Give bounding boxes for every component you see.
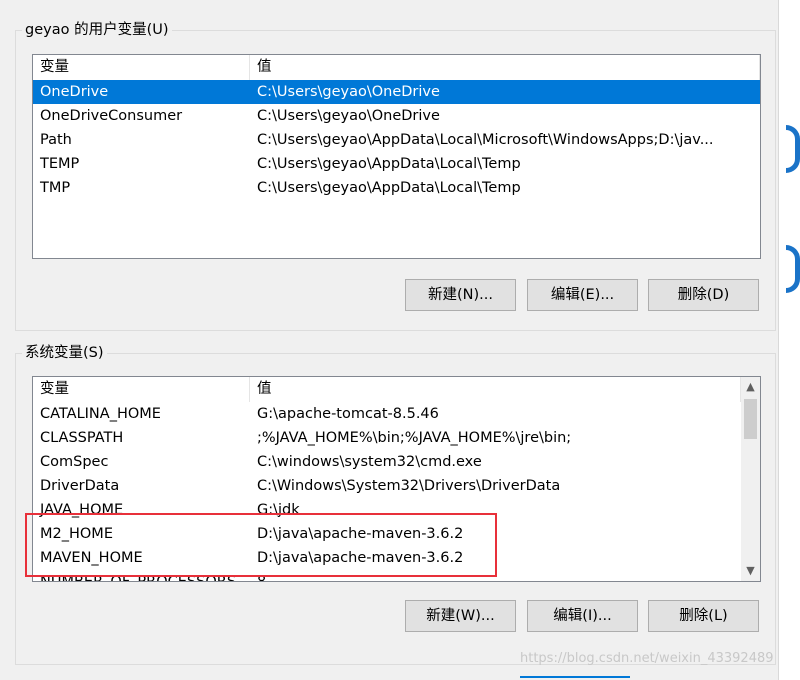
variable-name-cell: Path bbox=[40, 132, 72, 148]
annotation-highlight-box bbox=[25, 513, 497, 577]
variable-name-cell: CATALINA_HOME bbox=[40, 406, 161, 422]
background-glyph-icon bbox=[786, 125, 800, 173]
list-header: 变量 值 bbox=[33, 55, 760, 80]
background-window bbox=[778, 0, 800, 680]
variable-name-cell: OneDriveConsumer bbox=[40, 108, 183, 124]
system-delete-button[interactable]: 删除(L) bbox=[648, 600, 759, 632]
table-row[interactable]: Path C:\Users\geyao\AppData\Local\Microso… bbox=[33, 128, 760, 152]
variable-value-cell: G:\apache-tomcat-8.5.46 bbox=[257, 406, 439, 422]
table-row[interactable]: TEMP C:\Users\geyao\AppData\Local\Temp bbox=[33, 152, 760, 176]
background-glyph-icon bbox=[786, 245, 800, 293]
column-header-name[interactable]: 变量 bbox=[33, 55, 250, 80]
variable-value-cell: C:\Windows\System32\Drivers\DriverData bbox=[257, 478, 561, 494]
table-row[interactable]: CATALINA_HOME G:\apache-tomcat-8.5.46 bbox=[33, 402, 741, 426]
variable-value-cell: C:\windows\system32\cmd.exe bbox=[257, 454, 482, 470]
variable-value-cell: C:\Users\geyao\AppData\Local\Microsoft\W… bbox=[257, 132, 714, 148]
column-header-name[interactable]: 变量 bbox=[33, 377, 250, 402]
variable-name-cell: ComSpec bbox=[40, 454, 109, 470]
user-variables-list[interactable]: 变量 值 OneDrive C:\Users\geyao\OneDrive OneD… bbox=[32, 54, 761, 259]
table-row[interactable]: DriverData C:\Windows\System32\Drivers\Dr… bbox=[33, 474, 741, 498]
user-variables-title: geyao 的用户变量(U) bbox=[22, 20, 172, 40]
variable-name-cell: TMP bbox=[40, 180, 71, 196]
user-edit-button[interactable]: 编辑(E)... bbox=[527, 279, 638, 311]
column-header-value[interactable]: 值 bbox=[250, 377, 741, 402]
user-delete-button[interactable]: 删除(D) bbox=[648, 279, 759, 311]
vertical-scrollbar[interactable]: ▲ ▼ bbox=[741, 377, 760, 581]
variable-name-cell: DriverData bbox=[40, 478, 120, 494]
variable-value-cell: ;%JAVA_HOME%\bin;%JAVA_HOME%\jre\bin; bbox=[257, 430, 572, 446]
table-row[interactable]: ComSpec C:\windows\system32\cmd.exe bbox=[33, 450, 741, 474]
table-row[interactable]: CLASSPATH ;%JAVA_HOME%\bin;%JAVA_HOME%\jr… bbox=[33, 426, 741, 450]
scroll-down-icon[interactable]: ▼ bbox=[741, 561, 760, 581]
variable-name-cell: OneDrive bbox=[40, 84, 109, 100]
ok-button-edge bbox=[520, 676, 630, 680]
variable-name-cell: TEMP bbox=[40, 156, 80, 172]
watermark: https://blog.csdn.net/weixin_43392489 bbox=[520, 651, 774, 666]
scrollbar-thumb[interactable] bbox=[744, 399, 757, 439]
system-variables-group: 系统变量(S) 变量 值 CATALINA_HOME G:\apache-tomc… bbox=[15, 343, 776, 665]
system-new-button[interactable]: 新建(W)... bbox=[405, 600, 516, 632]
scroll-up-icon[interactable]: ▲ bbox=[741, 377, 760, 397]
variable-name-cell: CLASSPATH bbox=[40, 430, 124, 446]
variable-value-cell: C:\Users\geyao\AppData\Local\Temp bbox=[257, 156, 521, 172]
variable-value-cell: C:\Users\geyao\AppData\Local\Temp bbox=[257, 180, 521, 196]
list-header: 变量 值 bbox=[33, 377, 741, 402]
table-row[interactable]: OneDriveConsumer C:\Users\geyao\OneDrive bbox=[33, 104, 760, 128]
system-edit-button[interactable]: 编辑(I)... bbox=[527, 600, 638, 632]
user-new-button[interactable]: 新建(N)... bbox=[405, 279, 516, 311]
table-row[interactable]: TMP C:\Users\geyao\AppData\Local\Temp bbox=[33, 176, 760, 200]
column-header-value[interactable]: 值 bbox=[250, 55, 760, 80]
user-variables-group: geyao 的用户变量(U) 变量 值 OneDrive C:\Users\gey… bbox=[15, 20, 776, 331]
user-rows: OneDrive C:\Users\geyao\OneDrive OneDriveC… bbox=[33, 80, 760, 200]
variable-value-cell: C:\Users\geyao\OneDrive bbox=[257, 108, 440, 124]
variable-value-cell: C:\Users\geyao\OneDrive bbox=[257, 84, 440, 100]
system-variables-title: 系统变量(S) bbox=[22, 343, 107, 363]
table-row[interactable]: OneDrive C:\Users\geyao\OneDrive bbox=[33, 80, 760, 104]
